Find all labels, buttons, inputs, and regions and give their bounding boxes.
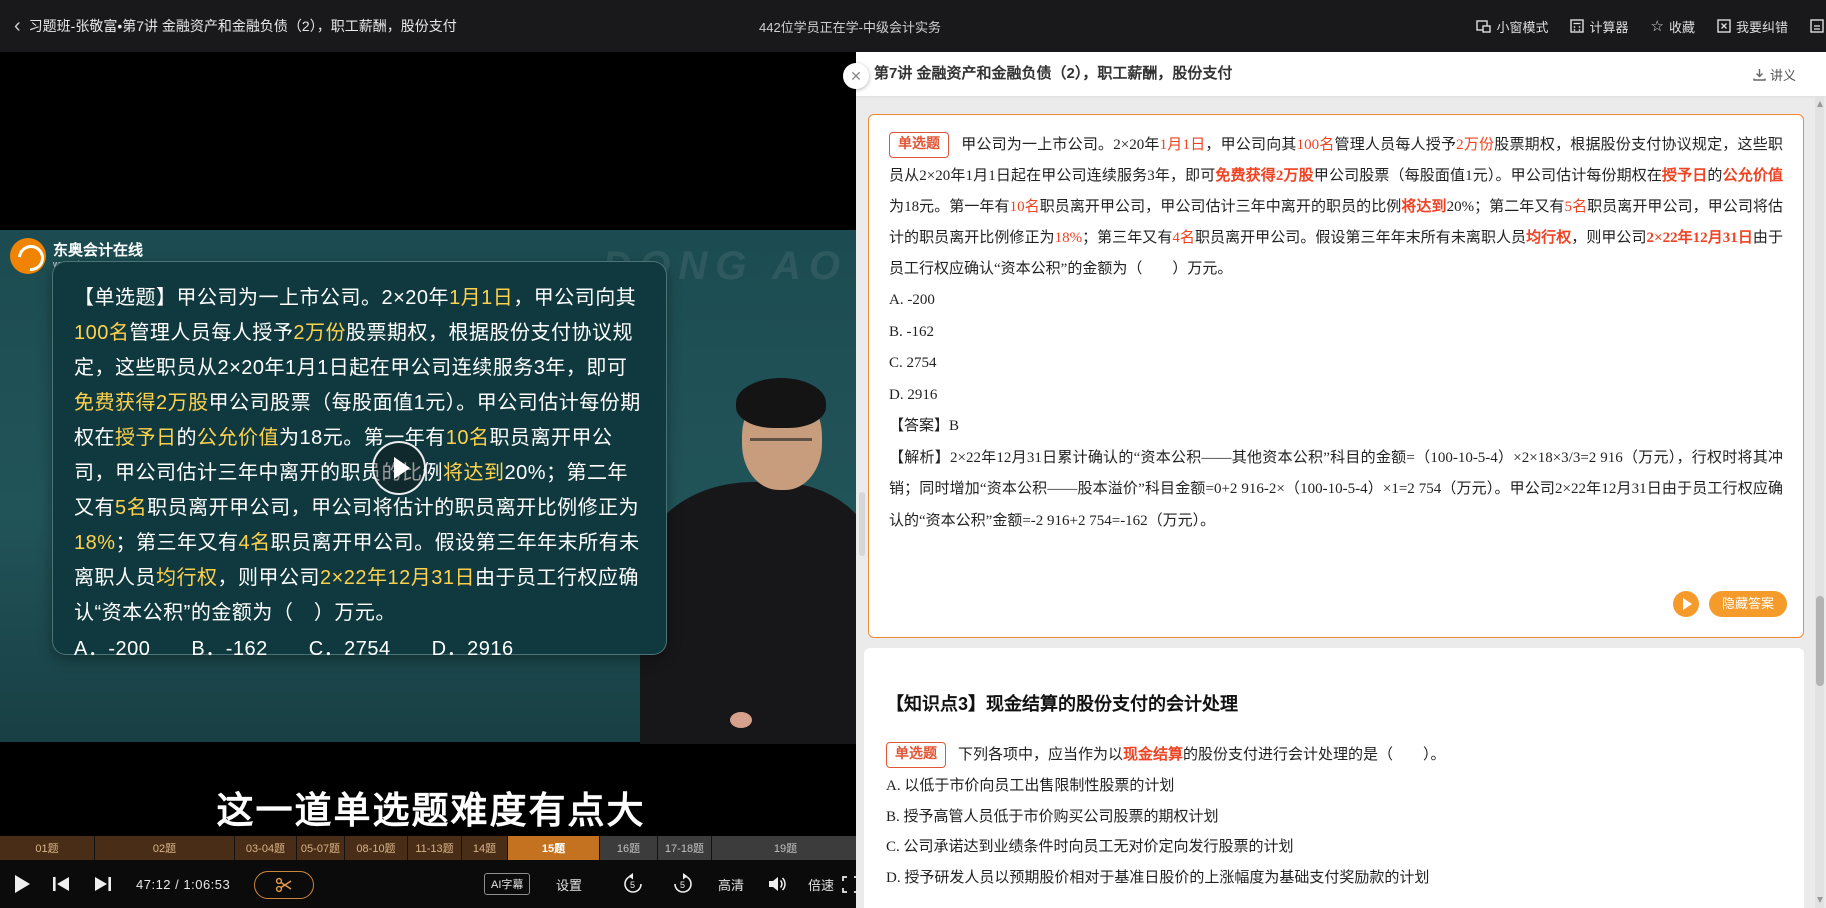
app-window: ‹ 习题班-张敬富•第7讲 金融资产和金融负债（2），职工薪酬，股份支付 442…: [0, 0, 1826, 908]
timeline-segment[interactable]: 05-07题: [297, 836, 345, 860]
scrollbar-thumb[interactable]: [1816, 596, 1824, 686]
timeline-segment[interactable]: 16题: [600, 836, 658, 860]
panel-scrollbar[interactable]: [1815, 96, 1824, 908]
cast-screen-button[interactable]: 投: [1810, 17, 1826, 36]
question-stem: 单选题甲公司为一上市公司。2×20年1月1日，甲公司向其100名管理人员每人授予…: [889, 130, 1783, 285]
calculator-icon: [1570, 19, 1584, 33]
previous-lesson-button[interactable]: [52, 860, 70, 908]
lecture-slide: 【单选题】甲公司为一上市公司。2×20年1月1日，甲公司向其100名管理人员每人…: [52, 261, 667, 655]
next-lesson-button[interactable]: [94, 860, 112, 908]
chapter-timeline: 01题 02题 03-04题 05-07题 08-10题 11-13题 14题 …: [0, 836, 862, 860]
download-icon: [1753, 68, 1766, 81]
top-bar: ‹ 习题班-张敬富•第7讲 金融资产和金融负债（2），职工薪酬，股份支付 442…: [0, 0, 1826, 52]
teacher-body: [640, 482, 862, 744]
q2-option-b: B. 授予高管人员低于市价购买公司股票的期权计划: [886, 802, 1782, 833]
report-error-button[interactable]: 我要纠错: [1717, 17, 1788, 36]
question2-type-badge: 单选题: [886, 742, 946, 768]
play-overlay-button[interactable]: [372, 441, 426, 495]
viewers-status: 442位学员正在学-中级会计实务: [700, 17, 1000, 36]
video-frame: 东奥会计在线 www.dongao.com DONG AO 【单选题】甲公司为一…: [0, 230, 862, 742]
panel-close-button[interactable]: ✕: [843, 63, 869, 89]
pip-mode-button[interactable]: 小窗模式: [1476, 17, 1548, 36]
timeline-segment[interactable]: 01题: [0, 836, 95, 860]
teacher-glasses: [750, 426, 812, 441]
timeline-segment-current[interactable]: 15题: [508, 836, 600, 860]
panel-resize-handle[interactable]: [859, 492, 865, 556]
volume-button[interactable]: [768, 860, 788, 908]
question2-stem: 单选题下列各项中，应当作为以现金结算的股份支付进行会计处理的是（ ）。: [886, 740, 1782, 771]
favorite-button[interactable]: ☆ 收藏: [1651, 17, 1695, 36]
answer-line: 【答案】B: [889, 411, 1783, 443]
back-chevron-icon[interactable]: ‹: [14, 16, 21, 36]
analysis-text: 【解析】2×22年12月31日累计确认的“资本公积——其他资本公积”科目的金额=…: [889, 443, 1783, 538]
ai-subtitle-toggle[interactable]: AI字幕: [484, 860, 530, 908]
q2-option-d: D. 授予研发人员以预期股价相对于基准日股价的上涨幅度为基础支付奖励款的计划: [886, 863, 1782, 894]
speed-button[interactable]: 倍速: [808, 860, 834, 908]
scissors-icon: [275, 877, 293, 893]
handout-download-button[interactable]: 讲义: [1753, 52, 1796, 96]
q2-option-c: C. 公司承诺达到业绩条件时向员工无对价定向发行股票的计划: [886, 832, 1782, 863]
video-player[interactable]: 东奥会计在线 www.dongao.com DONG AO 【单选题】甲公司为一…: [0, 52, 862, 908]
forward-5s-button[interactable]: 5: [672, 860, 694, 908]
slide-options-line: A．-200 B．-162 C．2754 D．2916: [74, 632, 645, 667]
clip-button[interactable]: [254, 871, 314, 899]
calculator-button[interactable]: 计算器: [1570, 17, 1628, 36]
timeline-segment[interactable]: 19题: [712, 836, 860, 860]
timeline-segment[interactable]: 03-04题: [235, 836, 297, 860]
player-controls: 47:12 / 1:06:53 AI字幕 设置 5 5 高清 倍速: [0, 860, 862, 908]
slide-question-text: 【单选题】甲公司为一上市公司。2×20年1月1日，甲公司向其100名管理人员每人…: [74, 281, 645, 631]
scroll-up-arrow[interactable]: [1817, 101, 1823, 107]
dongao-logo-icon: [10, 238, 46, 274]
knowledge-point-card: 【知识点3】现金结算的股份支付的会计处理 单选题下列各项中，应当作为以现金结算的…: [864, 648, 1804, 908]
svg-text:5: 5: [630, 880, 635, 890]
hide-answer-button[interactable]: 隐藏答案: [1709, 591, 1787, 617]
speaker-icon: [768, 875, 788, 893]
timeline-segment[interactable]: 11-13题: [408, 836, 462, 860]
option-c: C. 2754: [889, 348, 1783, 380]
option-b: B. -162: [889, 317, 1783, 349]
panel-title: 第7讲 金融资产和金融负债（2），职工薪酬，股份支付: [874, 52, 1232, 96]
question-card: 单选题甲公司为一上市公司。2×20年1月1日，甲公司向其100名管理人员每人授予…: [868, 114, 1804, 638]
timeline-segment[interactable]: 08-10题: [345, 836, 408, 860]
video-subtitle: 这一道单选题难度有点大: [0, 780, 862, 834]
quality-button[interactable]: 高清: [718, 860, 744, 908]
teacher-hand-2: [730, 712, 752, 728]
svg-text:5: 5: [680, 880, 685, 890]
panel-content: 单选题甲公司为一上市公司。2×20年1月1日，甲公司向其100名管理人员每人授予…: [856, 96, 1826, 908]
star-icon: ☆: [1651, 19, 1664, 34]
settings-button[interactable]: 设置: [556, 860, 582, 908]
timeline-segment[interactable]: 17-18题: [658, 836, 712, 860]
cast-icon: [1810, 19, 1824, 33]
play-button[interactable]: [14, 860, 31, 908]
lesson-title: 习题班-张敬富•第7讲 金融资产和金融负债（2），职工薪酬，股份支付: [29, 16, 457, 36]
scroll-down-arrow[interactable]: [1817, 897, 1823, 903]
error-box-icon: [1717, 19, 1731, 33]
q2-option-a: A. 以低于市价向员工出售限制性股票的计划: [886, 771, 1782, 802]
knowledge-point-heading: 【知识点3】现金结算的股份支付的会计处理: [886, 690, 1782, 716]
time-display: 47:12 / 1:06:53: [136, 860, 230, 908]
play-explanation-button[interactable]: [1673, 591, 1699, 617]
question-type-badge: 单选题: [889, 132, 949, 158]
timeline-segment[interactable]: 14题: [462, 836, 508, 860]
timeline-segment[interactable]: 02题: [95, 836, 235, 860]
rewind-5s-button[interactable]: 5: [622, 860, 644, 908]
pip-icon: [1476, 20, 1491, 33]
panel-header: 第7讲 金融资产和金融负债（2），职工薪酬，股份支付 讲义: [856, 52, 1826, 96]
option-d: D. 2916: [889, 380, 1783, 412]
teacher-hair: [736, 378, 826, 428]
option-a: A. -200: [889, 285, 1783, 317]
handout-panel: ✕ 第7讲 金融资产和金融负债（2），职工薪酬，股份支付 讲义 单选题甲公司为一…: [856, 52, 1826, 908]
